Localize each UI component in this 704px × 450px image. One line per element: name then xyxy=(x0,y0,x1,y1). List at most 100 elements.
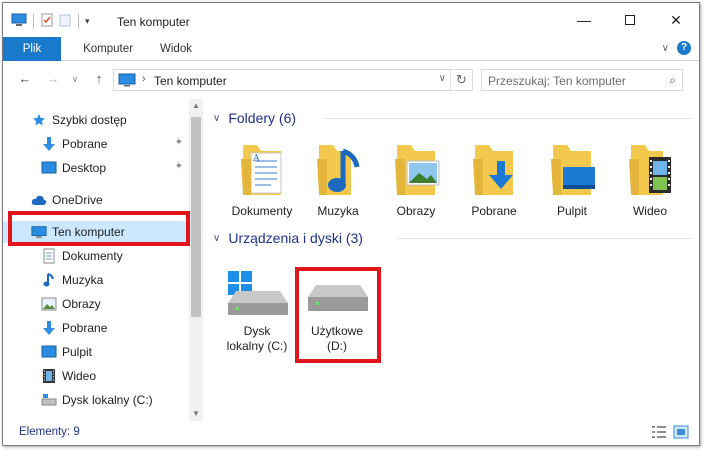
nav-item-label: Dysk lokalny (C:) xyxy=(62,393,153,407)
item-count: Elementy: 9 xyxy=(19,426,80,438)
quick-access-toolbar: ▾ xyxy=(11,13,90,29)
arrow-right-icon: → xyxy=(46,71,60,86)
nav-item-drive-c[interactable]: Dysk lokalny (C:) xyxy=(3,389,191,411)
nav-item-pictures[interactable]: Obrazy xyxy=(3,293,191,315)
nav-item-video[interactable]: Wideo xyxy=(3,365,191,387)
search-box[interactable]: Przeszukaj: Ten komputer ⌕ xyxy=(481,69,683,91)
nav-item-pobrane-pinned[interactable]: Pobrane ✦ xyxy=(3,133,191,155)
nav-item-label: Szybki dostęp xyxy=(52,113,127,127)
pin-icon[interactable]: ✦ xyxy=(175,137,183,148)
folder-label: Dokumenty xyxy=(231,204,293,218)
folder-label: Muzyka xyxy=(317,204,359,218)
tab-komputer[interactable]: Komputer xyxy=(73,37,143,61)
group-header-label: Foldery (6) xyxy=(228,110,297,126)
view-toggle xyxy=(651,425,689,442)
tab-widok[interactable]: Widok xyxy=(149,37,203,61)
download-icon xyxy=(41,136,57,152)
nav-item-label: Obrazy xyxy=(62,297,101,311)
ribbon-right-controls: ∨ ? xyxy=(662,41,691,55)
help-icon[interactable]: ? xyxy=(677,41,691,55)
scrollbar-thumb[interactable] xyxy=(191,117,201,317)
folder-pictures[interactable]: Obrazy xyxy=(379,139,453,218)
video-icon xyxy=(41,368,57,384)
breadcrumb-current[interactable]: Ten komputer xyxy=(154,74,227,88)
nav-item-label: Pulpit xyxy=(62,345,93,359)
desktop-icon xyxy=(41,160,57,176)
nav-item-label: Pobrane xyxy=(62,321,108,335)
nav-item-pulpit[interactable]: Pulpit xyxy=(3,341,191,363)
drives-group-header[interactable]: ∨ Urządzenia i dyski (3) xyxy=(213,227,693,249)
nav-scrollbar[interactable]: ▲ ▼ xyxy=(189,99,203,421)
pin-icon[interactable]: ✦ xyxy=(175,161,183,172)
address-dropdown-icon[interactable]: ∨ xyxy=(439,73,446,84)
address-bar[interactable]: › Ten komputer ∨ ↻ xyxy=(113,69,473,91)
window-controls: — ✕ xyxy=(561,3,699,37)
ribbon-tabs: Plik Komputer Widok ∨ ? xyxy=(3,37,699,61)
pictures-icon xyxy=(41,296,57,312)
svg-text:A: A xyxy=(252,154,260,164)
tab-plik[interactable]: Plik xyxy=(3,37,61,61)
desktop-folder-icon xyxy=(551,145,595,195)
chevron-down-icon: ∨ xyxy=(213,232,221,244)
folder-label: Pulpit xyxy=(556,204,588,218)
folder-music[interactable]: Muzyka xyxy=(301,139,375,218)
nav-item-desktop-pinned[interactable]: Desktop ✦ xyxy=(3,157,191,179)
large-icons-view-icon[interactable] xyxy=(673,425,689,442)
nav-item-onedrive[interactable]: OneDrive xyxy=(3,189,191,211)
minimize-icon: — xyxy=(577,12,591,28)
computer-icon xyxy=(11,13,27,30)
scroll-up-icon[interactable]: ▲ xyxy=(189,99,203,113)
expand-ribbon-icon[interactable]: ∨ xyxy=(662,43,669,54)
folder-video[interactable]: Wideo xyxy=(613,139,687,218)
close-button[interactable]: ✕ xyxy=(653,3,699,37)
title-bar: ▾ Ten komputer — ✕ xyxy=(3,3,699,37)
desktop-icon xyxy=(41,344,57,360)
customize-qat-icon[interactable]: ▾ xyxy=(85,16,90,27)
chevron-down-icon: ∨ xyxy=(71,74,79,84)
up-button[interactable]: ↑ xyxy=(91,71,107,87)
music-icon xyxy=(41,272,57,288)
back-button[interactable]: ← xyxy=(17,71,33,87)
maximize-button[interactable] xyxy=(607,3,653,37)
navigation-pane: Szybki dostęp Pobrane ✦ Desktop ✦ OneDri… xyxy=(3,99,203,421)
folders-group-header[interactable]: ∨ Foldery (6) xyxy=(213,107,693,129)
drive-icon xyxy=(41,392,57,408)
forward-button[interactable]: → xyxy=(45,71,61,87)
pictures-folder-icon xyxy=(395,145,440,195)
drive-label-line1: Dysk xyxy=(243,324,271,338)
content-pane: ∨ Foldery (6) A Dokumenty Muzyka Obrazy … xyxy=(205,99,699,421)
details-view-icon[interactable] xyxy=(651,425,667,442)
breadcrumb-chevron-icon[interactable]: › xyxy=(142,73,146,85)
folder-downloads[interactable]: Pobrane xyxy=(457,139,531,218)
nav-item-documents[interactable]: Dokumenty xyxy=(3,245,191,267)
nav-item-label: Dokumenty xyxy=(62,249,123,263)
drive-c[interactable]: Dysk lokalny (C:) xyxy=(221,269,293,354)
recent-locations-button[interactable]: ∨ xyxy=(67,71,83,87)
video-folder-icon xyxy=(629,145,671,195)
folder-documents[interactable]: A Dokumenty xyxy=(225,139,299,218)
group-divider xyxy=(397,238,693,239)
search-icon[interactable]: ⌕ xyxy=(669,73,676,88)
search-placeholder: Przeszukaj: Ten komputer xyxy=(488,74,626,88)
refresh-button[interactable]: ↻ xyxy=(450,70,472,90)
drive-label-line2: lokalny (C:) xyxy=(226,339,288,353)
documents-icon xyxy=(41,248,57,264)
nav-item-quick-access[interactable]: Szybki dostęp xyxy=(3,109,191,131)
qat-separator xyxy=(33,14,34,28)
nav-item-downloads[interactable]: Pobrane xyxy=(3,317,191,339)
system-drive-icon xyxy=(228,271,288,315)
new-folder-icon[interactable] xyxy=(58,13,72,30)
documents-folder-icon: A xyxy=(241,145,282,195)
folder-desktop[interactable]: Pulpit xyxy=(535,139,609,218)
downloads-folder-icon xyxy=(473,145,513,195)
properties-icon[interactable] xyxy=(40,13,54,30)
scroll-down-icon[interactable]: ▼ xyxy=(189,407,203,421)
arrow-left-icon: ← xyxy=(18,71,32,86)
nav-item-label: Pobrane xyxy=(62,137,108,151)
star-icon xyxy=(31,112,47,128)
nav-item-label: Desktop xyxy=(62,161,107,175)
minimize-button[interactable]: — xyxy=(561,3,607,37)
nav-item-label: Muzyka xyxy=(62,273,104,287)
nav-item-label: OneDrive xyxy=(52,193,103,207)
nav-item-music[interactable]: Muzyka xyxy=(3,269,191,291)
